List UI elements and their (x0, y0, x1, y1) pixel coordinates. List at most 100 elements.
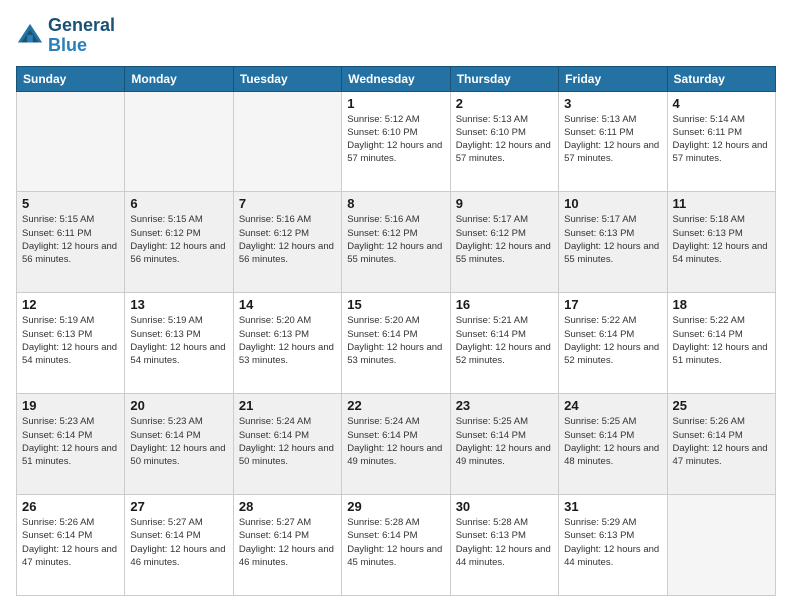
day-header-friday: Friday (559, 66, 667, 91)
calendar-table: SundayMondayTuesdayWednesdayThursdayFrid… (16, 66, 776, 596)
day-number: 14 (239, 297, 336, 312)
day-number: 10 (564, 196, 661, 211)
day-header-monday: Monday (125, 66, 233, 91)
day-number: 29 (347, 499, 444, 514)
calendar-week-row: 26 Sunrise: 5:26 AM Sunset: 6:14 PM Dayli… (17, 495, 776, 596)
calendar-week-row: 1 Sunrise: 5:12 AM Sunset: 6:10 PM Daylig… (17, 91, 776, 192)
day-number: 28 (239, 499, 336, 514)
day-number: 23 (456, 398, 553, 413)
calendar-cell: 11 Sunrise: 5:18 AM Sunset: 6:13 PM Dayli… (667, 192, 775, 293)
logo-text: General Blue (48, 16, 115, 56)
calendar-cell: 19 Sunrise: 5:23 AM Sunset: 6:14 PM Dayli… (17, 394, 125, 495)
calendar-week-row: 12 Sunrise: 5:19 AM Sunset: 6:13 PM Dayli… (17, 293, 776, 394)
day-number: 3 (564, 96, 661, 111)
day-info: Sunrise: 5:21 AM Sunset: 6:14 PM Dayligh… (456, 314, 553, 367)
day-info: Sunrise: 5:22 AM Sunset: 6:14 PM Dayligh… (564, 314, 661, 367)
calendar-cell: 28 Sunrise: 5:27 AM Sunset: 6:14 PM Dayli… (233, 495, 341, 596)
day-info: Sunrise: 5:13 AM Sunset: 6:10 PM Dayligh… (456, 113, 553, 166)
day-number: 5 (22, 196, 119, 211)
day-number: 11 (673, 196, 770, 211)
calendar-cell: 25Sunrise: 5:26 AM Sunset: 6:14 PM Dayli… (667, 394, 775, 495)
day-number: 17 (564, 297, 661, 312)
day-info: Sunrise: 5:14 AM Sunset: 6:11 PM Dayligh… (673, 113, 770, 166)
page-container: General Blue SundayMondayTuesdayWednesda… (0, 0, 792, 612)
day-number: 31 (564, 499, 661, 514)
calendar-cell: 21 Sunrise: 5:24 AM Sunset: 6:14 PM Dayli… (233, 394, 341, 495)
logo-line1: General (48, 16, 115, 36)
calendar-cell: 4 Sunrise: 5:14 AM Sunset: 6:11 PM Daylig… (667, 91, 775, 192)
day-info: Sunrise: 5:12 AM Sunset: 6:10 PM Dayligh… (347, 113, 444, 166)
calendar-cell: 8Sunrise: 5:16 AM Sunset: 6:12 PM Daylig… (342, 192, 450, 293)
calendar-cell: 9Sunrise: 5:17 AM Sunset: 6:12 PM Daylig… (450, 192, 558, 293)
calendar-cell: 7Sunrise: 5:16 AM Sunset: 6:12 PM Daylig… (233, 192, 341, 293)
calendar-cell: 15 Sunrise: 5:20 AM Sunset: 6:14 PM Dayli… (342, 293, 450, 394)
calendar-cell: 2 Sunrise: 5:13 AM Sunset: 6:10 PM Daylig… (450, 91, 558, 192)
calendar-cell: 23 Sunrise: 5:25 AM Sunset: 6:14 PM Dayli… (450, 394, 558, 495)
day-info: Sunrise: 5:15 AM Sunset: 6:12 PM Dayligh… (130, 213, 227, 266)
calendar-cell: 16Sunrise: 5:21 AM Sunset: 6:14 PM Dayli… (450, 293, 558, 394)
day-info: Sunrise: 5:29 AM Sunset: 6:13 PM Dayligh… (564, 516, 661, 569)
day-number: 4 (673, 96, 770, 111)
day-header-saturday: Saturday (667, 66, 775, 91)
day-info: Sunrise: 5:23 AM Sunset: 6:14 PM Dayligh… (130, 415, 227, 468)
calendar-cell: 29 Sunrise: 5:28 AM Sunset: 6:14 PM Dayli… (342, 495, 450, 596)
day-number: 22 (347, 398, 444, 413)
day-number: 12 (22, 297, 119, 312)
day-header-thursday: Thursday (450, 66, 558, 91)
day-number: 19 (22, 398, 119, 413)
day-header-tuesday: Tuesday (233, 66, 341, 91)
day-number: 1 (347, 96, 444, 111)
calendar-cell: 26 Sunrise: 5:26 AM Sunset: 6:14 PM Dayli… (17, 495, 125, 596)
day-info: Sunrise: 5:28 AM Sunset: 6:14 PM Dayligh… (347, 516, 444, 569)
day-number: 30 (456, 499, 553, 514)
day-info: Sunrise: 5:26 AM Sunset: 6:14 PM Dayligh… (673, 415, 770, 468)
calendar-cell: 13Sunrise: 5:19 AM Sunset: 6:13 PM Dayli… (125, 293, 233, 394)
logo: General Blue (16, 16, 115, 56)
calendar-cell: 3Sunrise: 5:13 AM Sunset: 6:11 PM Daylig… (559, 91, 667, 192)
day-info: Sunrise: 5:24 AM Sunset: 6:14 PM Dayligh… (239, 415, 336, 468)
calendar-cell: 14 Sunrise: 5:20 AM Sunset: 6:13 PM Dayli… (233, 293, 341, 394)
day-number: 8 (347, 196, 444, 211)
day-header-wednesday: Wednesday (342, 66, 450, 91)
day-info: Sunrise: 5:25 AM Sunset: 6:14 PM Dayligh… (456, 415, 553, 468)
header: General Blue (16, 16, 776, 56)
calendar-cell: 18Sunrise: 5:22 AM Sunset: 6:14 PM Dayli… (667, 293, 775, 394)
day-number: 20 (130, 398, 227, 413)
day-info: Sunrise: 5:27 AM Sunset: 6:14 PM Dayligh… (239, 516, 336, 569)
day-info: Sunrise: 5:26 AM Sunset: 6:14 PM Dayligh… (22, 516, 119, 569)
day-info: Sunrise: 5:24 AM Sunset: 6:14 PM Dayligh… (347, 415, 444, 468)
calendar-cell: 22 Sunrise: 5:24 AM Sunset: 6:14 PM Dayli… (342, 394, 450, 495)
day-info: Sunrise: 5:19 AM Sunset: 6:13 PM Dayligh… (130, 314, 227, 367)
day-number: 2 (456, 96, 553, 111)
day-number: 18 (673, 297, 770, 312)
calendar-cell: 5 Sunrise: 5:15 AM Sunset: 6:11 PM Daylig… (17, 192, 125, 293)
day-info: Sunrise: 5:20 AM Sunset: 6:13 PM Dayligh… (239, 314, 336, 367)
calendar-cell: 27 Sunrise: 5:27 AM Sunset: 6:14 PM Dayli… (125, 495, 233, 596)
day-info: Sunrise: 5:27 AM Sunset: 6:14 PM Dayligh… (130, 516, 227, 569)
day-number: 27 (130, 499, 227, 514)
day-info: Sunrise: 5:15 AM Sunset: 6:11 PM Dayligh… (22, 213, 119, 266)
logo-line2: Blue (48, 35, 87, 55)
day-info: Sunrise: 5:20 AM Sunset: 6:14 PM Dayligh… (347, 314, 444, 367)
calendar-week-row: 5 Sunrise: 5:15 AM Sunset: 6:11 PM Daylig… (17, 192, 776, 293)
day-info: Sunrise: 5:19 AM Sunset: 6:13 PM Dayligh… (22, 314, 119, 367)
calendar-cell: 30 Sunrise: 5:28 AM Sunset: 6:13 PM Dayli… (450, 495, 558, 596)
day-info: Sunrise: 5:23 AM Sunset: 6:14 PM Dayligh… (22, 415, 119, 468)
calendar-cell: 31 Sunrise: 5:29 AM Sunset: 6:13 PM Dayli… (559, 495, 667, 596)
calendar-cell: 17 Sunrise: 5:22 AM Sunset: 6:14 PM Dayli… (559, 293, 667, 394)
calendar-week-row: 19 Sunrise: 5:23 AM Sunset: 6:14 PM Dayli… (17, 394, 776, 495)
day-number: 7 (239, 196, 336, 211)
day-info: Sunrise: 5:18 AM Sunset: 6:13 PM Dayligh… (673, 213, 770, 266)
calendar-cell: 10Sunrise: 5:17 AM Sunset: 6:13 PM Dayli… (559, 192, 667, 293)
day-number: 15 (347, 297, 444, 312)
calendar-cell: 6Sunrise: 5:15 AM Sunset: 6:12 PM Daylig… (125, 192, 233, 293)
day-info: Sunrise: 5:17 AM Sunset: 6:12 PM Dayligh… (456, 213, 553, 266)
calendar-cell: 12 Sunrise: 5:19 AM Sunset: 6:13 PM Dayli… (17, 293, 125, 394)
calendar-header-row: SundayMondayTuesdayWednesdayThursdayFrid… (17, 66, 776, 91)
day-number: 21 (239, 398, 336, 413)
calendar-cell: 1 Sunrise: 5:12 AM Sunset: 6:10 PM Daylig… (342, 91, 450, 192)
day-info: Sunrise: 5:28 AM Sunset: 6:13 PM Dayligh… (456, 516, 553, 569)
logo-icon (16, 22, 44, 50)
day-number: 26 (22, 499, 119, 514)
calendar-cell (667, 495, 775, 596)
